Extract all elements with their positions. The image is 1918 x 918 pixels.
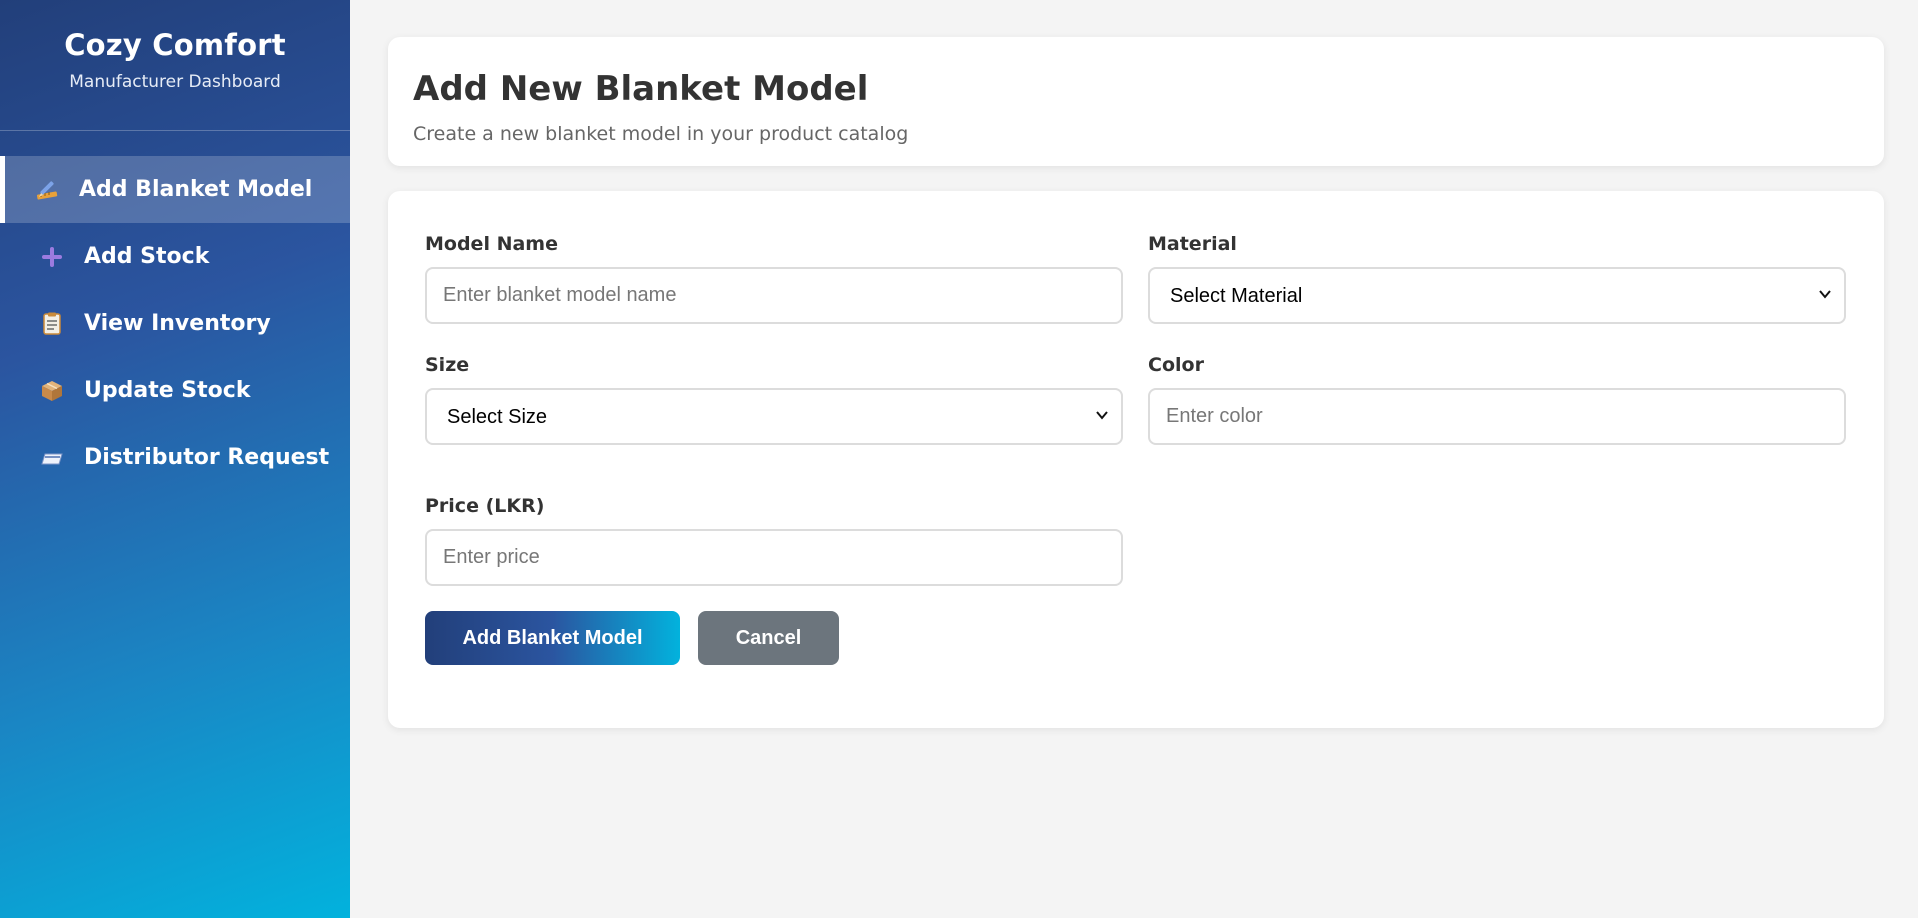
sidebar-item-label: Add Blanket Model (79, 177, 313, 202)
material-select[interactable]: Select Material (1148, 267, 1846, 324)
add-blanket-model-button[interactable]: Add Blanket Model (425, 611, 680, 665)
size-select[interactable]: Select Size (425, 388, 1123, 445)
color-input[interactable] (1148, 388, 1846, 445)
sidebar-item-label: Add Stock (84, 244, 210, 269)
page-title: Add New Blanket Model (413, 69, 869, 109)
price-field: Price (LKR) (425, 495, 1123, 586)
size-label: Size (425, 354, 470, 376)
price-label: Price (LKR) (425, 495, 545, 517)
sidebar-item-label: Distributor Request (84, 445, 330, 470)
page-subtitle: Create a new blanket model in your produ… (413, 123, 909, 145)
sidebar-item-label: Update Stock (84, 378, 251, 403)
sidebar-item-label: View Inventory (84, 311, 271, 336)
sidebar-item-add-blanket-model[interactable]: Add Blanket Model (0, 156, 350, 223)
plus-icon (39, 244, 65, 270)
material-select-wrapper: Select Material (1148, 267, 1846, 324)
clipboard-icon (39, 311, 65, 337)
size-field: Size Select Size (425, 354, 1123, 445)
page-header: Add New Blanket Model Create a new blank… (388, 37, 1884, 166)
sidebar-item-add-stock[interactable]: Add Stock (0, 223, 350, 290)
model-name-input[interactable] (425, 267, 1123, 324)
color-field: Color (1148, 354, 1846, 445)
brand: Cozy Comfort Manufacturer Dashboard (0, 0, 350, 131)
brand-title: Cozy Comfort (64, 28, 286, 62)
model-name-field: Model Name (425, 233, 1123, 324)
model-name-label: Model Name (425, 233, 558, 255)
sidebar-item-distributor-request[interactable]: Distributor Request (0, 424, 350, 491)
card-icon (39, 445, 65, 471)
brand-subtitle: Manufacturer Dashboard (69, 72, 281, 92)
cancel-button[interactable]: Cancel (698, 611, 839, 665)
sidebar-item-update-stock[interactable]: Update Stock (0, 357, 350, 424)
size-select-wrapper: Select Size (425, 388, 1123, 445)
form-row: Model Name Material Select Material (425, 233, 1847, 324)
sidebar-item-view-inventory[interactable]: View Inventory (0, 290, 350, 357)
blanket-model-form: Model Name Material Select Material (388, 191, 1884, 728)
form-actions: Add Blanket Model Cancel (425, 611, 1847, 665)
form-row: Size Select Size Color (425, 354, 1847, 445)
material-label: Material (1148, 233, 1237, 255)
form-row: Price (LKR) (425, 495, 1847, 586)
material-field: Material Select Material (1148, 233, 1846, 324)
app: Cozy Comfort Manufacturer Dashboard Add … (0, 0, 1918, 918)
main-content: Add New Blanket Model Create a new blank… (350, 0, 1918, 918)
price-input[interactable] (425, 529, 1123, 586)
package-icon (39, 378, 65, 404)
sidebar: Cozy Comfort Manufacturer Dashboard Add … (0, 0, 350, 918)
sidebar-nav: Add Blanket Model Add Stock View Invento… (0, 156, 350, 491)
color-label: Color (1148, 354, 1204, 376)
pencil-ruler-icon (34, 177, 60, 203)
